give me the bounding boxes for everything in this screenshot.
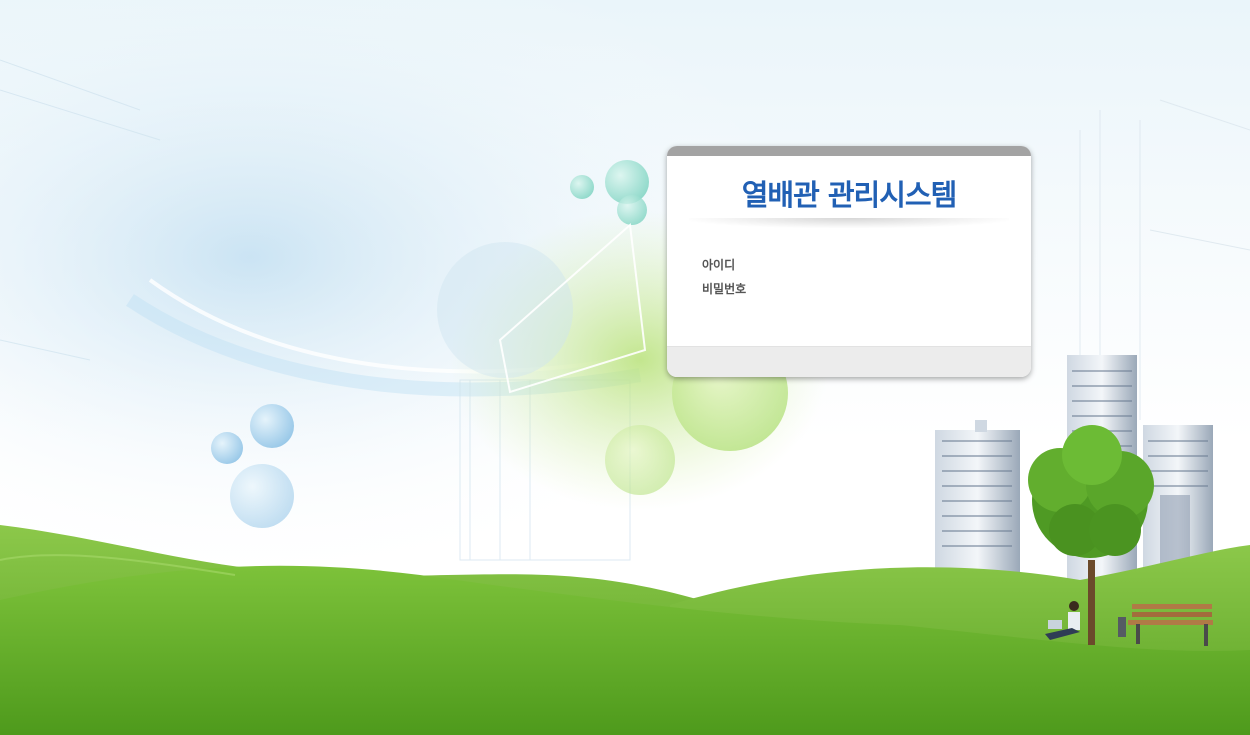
password-input[interactable] [786,280,970,298]
password-label: 비밀번호 [702,282,747,296]
login-page: 열배관 관리시스템 아이디 비밀번호 [0,0,1250,735]
id-row: 아이디 [702,256,970,274]
card-top-bar [667,146,1031,156]
title-underline [689,218,1009,228]
id-input[interactable] [786,256,970,274]
id-label: 아이디 [702,258,736,272]
password-row: 비밀번호 [702,280,970,298]
background-illustration [0,0,1250,735]
login-card: 열배관 관리시스템 아이디 비밀번호 [667,146,1031,377]
system-title: 열배관 관리시스템 [741,178,958,212]
card-footer [667,346,1031,377]
